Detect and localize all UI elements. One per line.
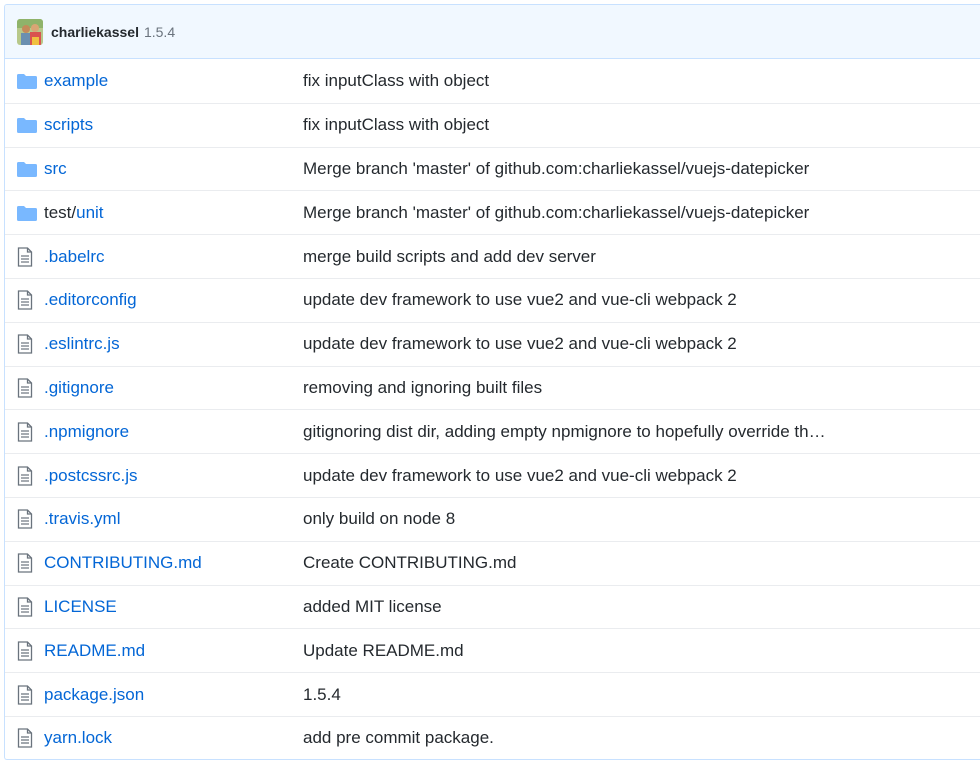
commit-message[interactable]: removing and ignoring built files [303, 378, 980, 398]
file-name-link[interactable]: package.json [44, 685, 144, 704]
folder-icon [5, 73, 39, 89]
file-name-link[interactable]: unit [76, 203, 103, 222]
file-icon [5, 334, 39, 354]
file-icon [5, 597, 39, 617]
file-name-cell: package.json [39, 685, 303, 705]
file-name-cell: LICENSE [39, 597, 303, 617]
file-name-cell: CONTRIBUTING.md [39, 553, 303, 573]
file-name-link[interactable]: README.md [44, 641, 145, 660]
commit-message[interactable]: update dev framework to use vue2 and vue… [303, 466, 980, 486]
table-row: test/unit Merge branch 'master' of github… [5, 190, 980, 234]
file-name-link[interactable]: yarn.lock [44, 728, 112, 747]
avatar[interactable] [17, 18, 43, 45]
table-row: package.json 1.5.4 [5, 672, 980, 716]
file-name-cell: scripts [39, 115, 303, 135]
commit-tease: charliekassel 1.5.4 [5, 5, 980, 59]
path-prefix: test/ [44, 202, 77, 222]
commit-version[interactable]: 1.5.4 [144, 24, 175, 40]
file-icon [5, 684, 39, 705]
file-name-link[interactable]: src [44, 159, 67, 178]
file-name-cell: README.md [39, 641, 303, 661]
file-name-cell: src [39, 159, 303, 179]
commit-message[interactable]: Create CONTRIBUTING.md [303, 553, 980, 573]
file-icon [5, 378, 39, 398]
folder-icon [5, 161, 39, 177]
commit-message[interactable]: 1.5.4 [303, 685, 980, 705]
file-icon [5, 246, 39, 267]
table-row: CONTRIBUTING.md Create CONTRIBUTING.md [5, 540, 980, 585]
file-name-cell: .editorconfig [39, 290, 303, 310]
file-name-link[interactable]: scripts [44, 115, 93, 134]
file-icon [5, 422, 39, 442]
commit-message[interactable]: update dev framework to use vue2 and vue… [303, 334, 980, 354]
file-name-cell: test/unit [39, 203, 303, 223]
commit-message[interactable]: fix inputClass with object [303, 71, 980, 91]
table-row: yarn.lock add pre commit package. [5, 715, 980, 759]
table-row: .eslintrc.js update dev framework to use … [5, 321, 980, 366]
file-icon [5, 553, 39, 573]
table-row: scripts fix inputClass with object [5, 102, 980, 147]
file-name-cell: yarn.lock [39, 728, 303, 748]
file-name-cell: example [39, 71, 303, 91]
file-name-cell: .eslintrc.js [39, 334, 303, 354]
commit-message[interactable]: Merge branch 'master' of github.com:char… [303, 159, 980, 179]
file-name-link[interactable]: example [44, 71, 108, 90]
file-name-link[interactable]: .travis.yml [44, 509, 121, 528]
file-name-cell: .postcssrc.js [39, 466, 303, 486]
folder-icon [5, 205, 39, 221]
file-icon [5, 728, 39, 748]
file-icon [5, 465, 39, 486]
table-row: .babelrc merge build scripts and add dev … [5, 234, 980, 278]
commit-message[interactable]: Merge branch 'master' of github.com:char… [303, 203, 980, 223]
file-name-link[interactable]: .eslintrc.js [44, 334, 120, 353]
file-list: example fix inputClass with object scripts… [5, 59, 980, 759]
commit-message[interactable]: update dev framework to use vue2 and vue… [303, 290, 980, 310]
table-row: example fix inputClass with object [5, 59, 980, 103]
file-name-cell: .babelrc [39, 247, 303, 267]
table-row: .postcssrc.js update dev framework to use… [5, 453, 980, 497]
file-name-link[interactable]: .babelrc [44, 247, 104, 266]
commit-message[interactable]: fix inputClass with object [303, 115, 980, 135]
file-icon [5, 290, 39, 311]
commit-message[interactable]: Update README.md [303, 641, 980, 661]
file-table: charliekassel 1.5.4 example fix inputClas… [4, 4, 980, 760]
file-name-link[interactable]: LICENSE [44, 597, 117, 616]
file-name-link[interactable]: .editorconfig [44, 290, 137, 309]
file-icon [5, 509, 39, 530]
table-row: README.md Update README.md [5, 628, 980, 672]
table-row: .gitignore removing and ignoring built fi… [5, 365, 980, 410]
table-row: .editorconfig update dev framework to use… [5, 277, 980, 322]
table-row: .travis.yml only build on node 8 [5, 496, 980, 541]
commit-author[interactable]: charliekassel [51, 24, 139, 40]
commit-message[interactable]: merge build scripts and add dev server [303, 247, 980, 267]
file-name-link[interactable]: .npmignore [44, 422, 129, 441]
folder-icon [5, 117, 39, 134]
table-row: .npmignore gitignoring dist dir, adding e… [5, 409, 980, 453]
commit-message[interactable]: added MIT license [303, 597, 980, 617]
file-icon [5, 641, 39, 661]
table-row: LICENSE added MIT license [5, 584, 980, 629]
table-row: src Merge branch 'master' of github.com:c… [5, 146, 980, 191]
commit-message[interactable]: add pre commit package. [303, 728, 980, 748]
file-name-cell: .gitignore [39, 378, 303, 398]
file-name-link[interactable]: CONTRIBUTING.md [44, 553, 202, 572]
file-name-cell: .travis.yml [39, 509, 303, 529]
file-name-link[interactable]: .gitignore [44, 378, 114, 397]
commit-message[interactable]: gitignoring dist dir, adding empty npmig… [303, 422, 980, 442]
file-name-cell: .npmignore [39, 422, 303, 442]
file-name-link[interactable]: .postcssrc.js [44, 466, 138, 485]
commit-message[interactable]: only build on node 8 [303, 509, 980, 529]
